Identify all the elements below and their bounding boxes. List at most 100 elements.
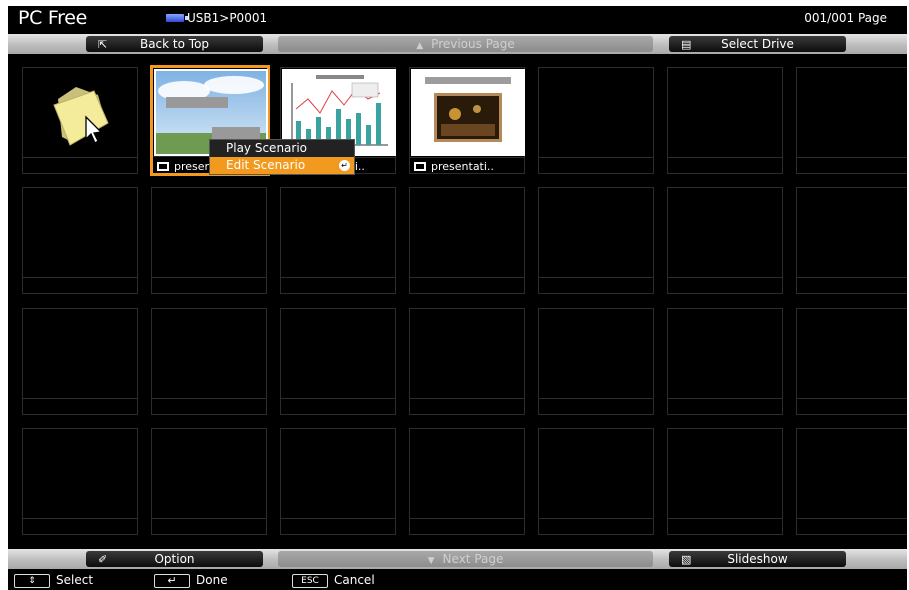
caption-line <box>797 157 907 158</box>
caption-line <box>668 157 782 158</box>
caption-line <box>152 518 266 519</box>
empty-cell <box>667 428 783 535</box>
scenario-file-icon <box>157 162 169 171</box>
wrench-icon: ✐ <box>98 553 108 566</box>
empty-cell <box>667 67 783 174</box>
done-hint: Done <box>196 573 228 587</box>
option-label: Option <box>154 552 195 566</box>
folder-icon <box>53 87 109 146</box>
option-button[interactable]: ✐ Option <box>86 551 263 567</box>
key-hints: ⇕ Select ↵ Done ESC Cancel <box>8 572 907 590</box>
caption-line <box>410 157 524 158</box>
empty-cell <box>22 308 138 415</box>
empty-cell <box>796 187 907 294</box>
previous-page-button[interactable]: ▲ Previous Page <box>278 36 653 52</box>
empty-cell <box>409 308 525 415</box>
caption-line <box>281 518 395 519</box>
slideshow-button[interactable]: ▧ Slideshow <box>669 551 846 567</box>
caption-line <box>410 277 524 278</box>
cancel-hint: Cancel <box>334 573 375 587</box>
caption-line <box>539 398 653 399</box>
night-thumb <box>411 69 525 156</box>
empty-cell <box>538 308 654 415</box>
caption-line <box>668 518 782 519</box>
empty-cell <box>667 308 783 415</box>
slideshow-icon: ▧ <box>681 553 692 566</box>
empty-cell <box>538 187 654 294</box>
caption-line <box>668 277 782 278</box>
select-hint: Select <box>56 573 94 587</box>
esc-key-icon: ESC <box>292 574 328 588</box>
caption-line <box>539 157 653 158</box>
empty-cell <box>538 428 654 535</box>
menu-item-play-scenario[interactable]: Play Scenario <box>210 140 354 157</box>
select-drive-button[interactable]: ▤ Select Drive <box>669 36 846 52</box>
caption-line <box>281 277 395 278</box>
empty-cell <box>667 187 783 294</box>
caption-line <box>152 398 266 399</box>
file-name: presentati.. <box>431 160 494 173</box>
pc-free-screen: PC Free USB1>P0001 001/001 Page ⇱ Back t… <box>8 6 907 590</box>
slideshow-label: Slideshow <box>727 552 788 566</box>
empty-cell <box>280 428 396 535</box>
empty-cell <box>151 308 267 415</box>
empty-cell <box>796 428 907 535</box>
empty-cell <box>22 428 138 535</box>
enter-key-icon: ↵ <box>154 574 190 588</box>
down-arrow-icon: ▼ <box>427 556 435 566</box>
back-to-top-icon: ⇱ <box>98 38 108 51</box>
empty-cell <box>280 187 396 294</box>
folder-thumb <box>24 69 138 156</box>
up-arrow-icon: ▲ <box>416 41 424 51</box>
night-scenario-image <box>425 77 511 142</box>
empty-cell <box>151 187 267 294</box>
current-path: USB1>P0001 <box>166 11 267 25</box>
page-count: 001/001 Page <box>804 11 887 25</box>
caption-line <box>23 157 137 158</box>
drive-icon: ▤ <box>681 38 692 51</box>
caption-line <box>797 398 907 399</box>
caption-line <box>23 277 137 278</box>
caption-line <box>23 518 137 519</box>
caption-line <box>797 277 907 278</box>
caption-line <box>797 518 907 519</box>
enter-icon: ↵ <box>339 160 350 171</box>
caption-line <box>539 277 653 278</box>
select-key-icon: ⇕ <box>14 574 50 588</box>
menu-item-edit-scenario[interactable]: Edit Scenario ↵ <box>210 157 354 174</box>
menu-item-label: Play Scenario <box>226 141 308 155</box>
context-menu: Play Scenario Edit Scenario ↵ <box>209 139 355 175</box>
caption-line <box>539 518 653 519</box>
menu-item-label: Edit Scenario <box>226 158 306 172</box>
empty-cell <box>538 67 654 174</box>
caption-line <box>23 398 137 399</box>
select-drive-label: Select Drive <box>721 37 794 51</box>
empty-cell <box>409 187 525 294</box>
top-toolbar: ⇱ Back to Top ▲ Previous Page ▤ Select Dr… <box>8 34 907 54</box>
empty-cell <box>280 308 396 415</box>
caption-line <box>281 398 395 399</box>
empty-cell <box>409 428 525 535</box>
next-page-button[interactable]: ▼ Next Page <box>278 551 653 567</box>
previous-page-label: Previous Page <box>431 37 515 51</box>
bottom-toolbar: ✐ Option ▼ Next Page ▧ Slideshow <box>8 549 907 569</box>
app-title: PC Free <box>18 7 87 29</box>
empty-cell <box>22 187 138 294</box>
empty-cell <box>151 428 267 535</box>
header: PC Free USB1>P0001 001/001 Page <box>8 6 907 33</box>
back-to-top-button[interactable]: ⇱ Back to Top <box>86 36 263 52</box>
file-caption: presentati.. <box>414 160 522 174</box>
caption-line <box>410 518 524 519</box>
back-to-top-label: Back to Top <box>139 37 210 51</box>
empty-cell <box>796 308 907 415</box>
scenario-file-icon <box>414 162 426 171</box>
caption-line <box>410 398 524 399</box>
file-cell[interactable]: presentati.. <box>409 67 525 174</box>
caption-line <box>152 277 266 278</box>
caption-line <box>668 398 782 399</box>
next-page-label: Next Page <box>442 552 504 566</box>
folder-up-cell[interactable] <box>22 67 138 174</box>
usb-drive-icon <box>166 14 188 22</box>
path-label: USB1>P0001 <box>187 11 268 25</box>
empty-cell <box>796 67 907 174</box>
